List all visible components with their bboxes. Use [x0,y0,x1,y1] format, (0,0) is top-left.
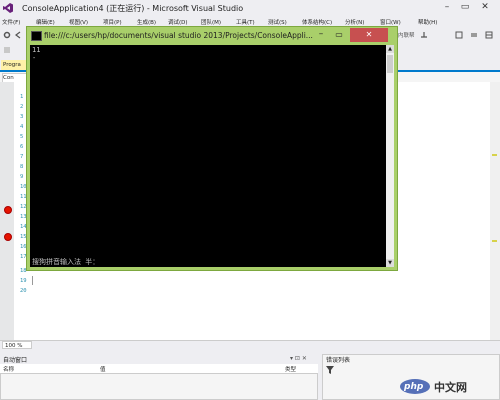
back-icon[interactable] [14,31,22,39]
console-minimize-button[interactable]: – [313,29,329,41]
menu-test[interactable]: 测试(S) [268,18,287,26]
ime-status: 搜狗拼音输入法 半： [32,258,100,266]
close-button[interactable]: ✕ [478,1,492,13]
autos-columns [0,364,318,374]
zoom-combo[interactable]: 100 % [2,341,32,349]
menu-analyze[interactable]: 分析(N) [345,18,364,26]
scroll-down-icon[interactable]: ▼ [386,259,394,267]
scroll-marker [492,154,497,156]
autos-panel-header [0,354,318,364]
console-title: file:///c:/users/hp/documents/visual stu… [44,31,313,40]
menu-debug[interactable]: 调试(D) [168,18,188,26]
pin-icon[interactable]: ▾ ⊡ ✕ [290,355,307,362]
breakpoint-icon[interactable] [4,206,12,214]
menu-file[interactable]: 文件(F) [2,18,20,26]
toolbar-icon-c[interactable] [485,31,493,39]
scroll-up-icon[interactable]: ▲ [386,45,394,53]
line-number: 6 [20,144,24,150]
menu-view[interactable]: 视图(V) [69,18,88,26]
error-list-title: 错误列表 [326,357,351,364]
tab-program-cs[interactable]: Progra [1,60,27,70]
console-output[interactable] [30,45,386,267]
line-number: 7 [20,154,24,160]
column-type[interactable]: 类型 [285,365,296,373]
breakpoint-icon[interactable] [4,233,12,241]
watermark-text: 中文网 [434,381,467,394]
console-app-icon [31,31,42,41]
line-number: 9 [20,174,24,180]
line-number: 8 [20,164,24,170]
toolbar-label[interactable]: 内联帮 [398,31,415,39]
line-number: 19 [20,278,27,284]
menu-help[interactable]: 帮助(H) [418,18,437,26]
console-cursor: - [32,54,37,62]
code-brace [32,276,33,285]
menu-architecture[interactable]: 体系结构(C) [302,18,332,26]
column-name[interactable]: 名称 [3,365,14,373]
menu-window[interactable]: 窗口(W) [380,18,401,26]
menu-project[interactable]: 项目(P) [103,18,122,26]
menu-build[interactable]: 生成(B) [137,18,156,26]
step-icon[interactable] [420,31,428,39]
minimize-button[interactable]: – [440,1,454,13]
line-number: 2 [20,104,24,110]
menu-tools[interactable]: 工具(T) [236,18,255,26]
menu-edit[interactable]: 编辑(E) [36,18,55,26]
process-icon[interactable] [3,46,11,54]
autos-panel-title: 自动窗口 [3,357,28,364]
visual-studio-logo-icon [3,3,13,13]
console-maximize-button[interactable]: ▭ [331,29,347,41]
line-number: 5 [20,134,24,140]
line-number: 1 [20,94,24,100]
window-title: ConsoleApplication4 (正在运行) - Microsoft V… [22,4,244,13]
toolbar-icon-b[interactable] [470,31,478,39]
console-scrollbar[interactable] [386,45,394,267]
editor-scrollbar[interactable] [490,82,500,340]
column-value[interactable]: 值 [100,365,106,373]
watermark-logo-text: php [404,382,424,392]
toolbar-icon-a[interactable] [455,31,463,39]
console-close-button[interactable]: ✕ [350,28,388,42]
line-number: 4 [20,124,24,130]
console-scroll-thumb[interactable] [387,55,393,73]
menu-team[interactable]: 团队(M) [201,18,221,26]
editor-status-bar [0,340,500,351]
settings-icon[interactable] [3,31,11,39]
maximize-button[interactable]: ▭ [458,1,472,13]
line-number: 3 [20,114,24,120]
console-output-line: 11 [32,46,41,54]
scroll-marker [492,240,497,242]
filter-icon[interactable] [326,366,334,374]
line-number: 20 [20,288,27,294]
